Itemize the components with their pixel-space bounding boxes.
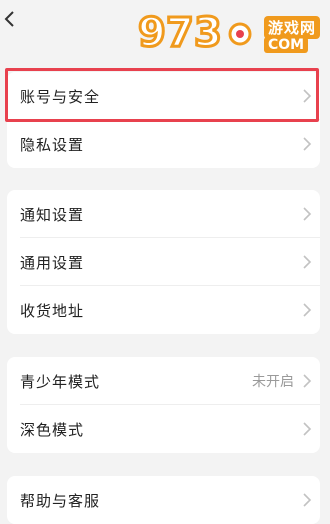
settings-item-label: 青少年模式 bbox=[20, 372, 101, 391]
svg-text:3: 3 bbox=[194, 10, 222, 56]
chevron-right-icon bbox=[303, 303, 312, 317]
watermark-com-text: COM bbox=[264, 37, 309, 53]
settings-item-help-support[interactable]: 帮助与客服 bbox=[7, 476, 320, 524]
settings-item-label: 帮助与客服 bbox=[20, 491, 101, 510]
chevron-right-icon bbox=[303, 207, 312, 221]
chevron-right-icon bbox=[303, 137, 312, 151]
watermark-digits-icon: 9 7 3 bbox=[137, 9, 252, 58]
settings-item-account-security[interactable]: 账号与安全 bbox=[7, 72, 320, 120]
chevron-right-icon bbox=[303, 255, 312, 269]
settings-item-label: 隐私设置 bbox=[20, 135, 85, 154]
settings-item-label: 通知设置 bbox=[20, 205, 85, 224]
top-bar: 9 7 3 游戏网 COM bbox=[0, 0, 330, 58]
settings-group-modes: 青少年模式 未开启 深色模式 bbox=[7, 357, 320, 453]
chevron-right-icon bbox=[303, 422, 312, 436]
chevron-right-icon bbox=[303, 89, 312, 103]
settings-item-general[interactable]: 通用设置 bbox=[7, 238, 320, 286]
settings-group-account: 账号与安全 隐私设置 bbox=[7, 72, 320, 168]
settings-group-general: 通知设置 通用设置 收货地址 bbox=[7, 190, 320, 334]
settings-item-privacy[interactable]: 隐私设置 bbox=[7, 120, 320, 168]
chevron-left-icon[interactable] bbox=[3, 10, 17, 28]
svg-text:9: 9 bbox=[138, 10, 166, 56]
watermark-chinese-text: 游戏网 bbox=[264, 16, 321, 39]
settings-item-notifications[interactable]: 通知设置 bbox=[7, 190, 320, 238]
chevron-right-icon bbox=[303, 493, 312, 507]
settings-item-label: 通用设置 bbox=[20, 253, 85, 272]
watermark-logo: 9 7 3 游戏网 COM bbox=[136, 8, 326, 58]
chevron-right-icon bbox=[303, 374, 312, 388]
settings-group-help: 帮助与客服 bbox=[7, 476, 320, 524]
svg-text:7: 7 bbox=[166, 10, 194, 56]
settings-item-label: 收货地址 bbox=[20, 301, 85, 320]
settings-item-shipping-address[interactable]: 收货地址 bbox=[7, 286, 320, 334]
settings-item-value: 未开启 bbox=[252, 374, 294, 390]
settings-item-label: 深色模式 bbox=[20, 420, 85, 439]
settings-item-dark-mode[interactable]: 深色模式 bbox=[7, 405, 320, 453]
settings-item-teen-mode[interactable]: 青少年模式 未开启 bbox=[7, 357, 320, 405]
settings-item-label: 账号与安全 bbox=[20, 87, 101, 106]
